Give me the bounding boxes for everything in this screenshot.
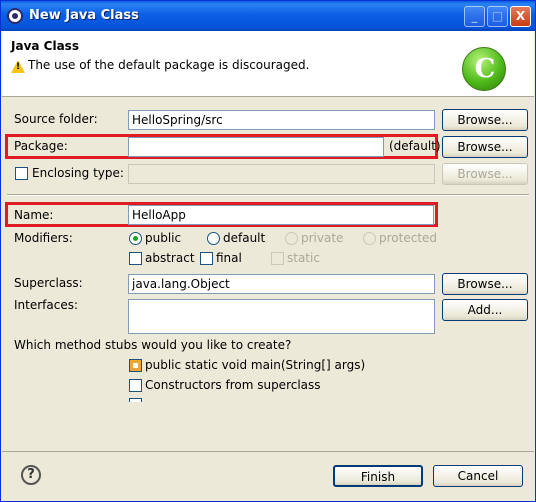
superclass-field[interactable]: java.lang.Object <box>128 274 435 294</box>
interfaces-list[interactable] <box>128 299 435 334</box>
finish-button[interactable]: Finish <box>333 465 423 487</box>
stub-main-checkbox[interactable] <box>129 359 142 372</box>
modifier-private-label: private <box>301 231 344 245</box>
modifier-default-radio[interactable] <box>207 232 220 245</box>
source-folder-browse-button[interactable]: Browse... <box>442 109 528 131</box>
modifier-default-label: default <box>223 231 266 245</box>
modifier-private-radio[interactable] <box>285 232 298 245</box>
modifiers-label: Modifiers: <box>14 231 73 245</box>
new-class-logo-icon: C <box>462 47 506 91</box>
new-java-class-dialog: New Java Class _ □ X Java Class The use … <box>0 0 536 502</box>
title-bar[interactable]: New Java Class _ □ X <box>1 1 535 31</box>
class-name-field[interactable]: HelloApp <box>128 205 434 225</box>
modifier-final-label: final <box>216 251 242 265</box>
package-field[interactable] <box>128 137 384 157</box>
modifier-public-label: public <box>145 231 182 245</box>
minimize-button[interactable]: _ <box>464 6 485 27</box>
method-stubs-question: Which method stubs would you like to cre… <box>14 338 292 352</box>
modifier-protected-radio[interactable] <box>363 232 376 245</box>
stub-constructors-checkbox[interactable] <box>129 379 142 392</box>
enclosing-type-label: Enclosing type: <box>32 166 124 180</box>
enclosing-type-browse-button[interactable]: Browse... <box>442 163 528 185</box>
package-default-suffix: (default) <box>389 139 441 153</box>
modifier-public-radio[interactable] <box>129 232 142 245</box>
separator <box>7 194 529 196</box>
modifier-abstract-label: abstract <box>145 251 195 265</box>
source-folder-label: Source folder: <box>14 112 98 126</box>
wizard-message: The use of the default package is discou… <box>28 58 310 72</box>
modifier-static-label: static <box>287 251 320 265</box>
stub-inherited-option-clipped <box>129 398 309 402</box>
window-title: New Java Class <box>29 8 139 23</box>
interfaces-add-button[interactable]: Add... <box>442 299 528 321</box>
stub-constructors-label: Constructors from superclass <box>145 378 321 392</box>
stub-main-label: public static void main(String[] args) <box>145 358 366 372</box>
enclosing-type-checkbox[interactable] <box>15 167 28 180</box>
help-icon[interactable]: ? <box>21 465 41 485</box>
eclipse-app-icon <box>7 8 23 24</box>
enclosing-type-field[interactable] <box>128 164 435 184</box>
interfaces-label: Interfaces: <box>14 298 79 312</box>
superclass-label: Superclass: <box>14 276 83 290</box>
superclass-browse-button[interactable]: Browse... <box>442 273 528 295</box>
wizard-title: Java Class <box>11 39 79 53</box>
stub-inherited-checkbox[interactable] <box>129 398 142 402</box>
modifier-abstract-checkbox[interactable] <box>129 252 142 265</box>
close-button[interactable]: X <box>510 6 531 27</box>
package-browse-button[interactable]: Browse... <box>442 136 528 158</box>
wizard-header: Java Class The use of the default packag… <box>2 31 534 97</box>
modifier-final-checkbox[interactable] <box>200 252 213 265</box>
modifier-protected-label: protected <box>379 231 438 245</box>
maximize-button[interactable]: □ <box>487 6 508 27</box>
modifier-static-checkbox[interactable] <box>271 252 284 265</box>
name-label: Name: <box>14 208 54 222</box>
package-label: Package: <box>14 139 68 153</box>
cancel-button[interactable]: Cancel <box>433 465 523 487</box>
footer-separator <box>2 451 534 452</box>
warning-icon <box>11 60 25 73</box>
source-folder-field[interactable]: HelloSpring/src <box>128 110 435 130</box>
